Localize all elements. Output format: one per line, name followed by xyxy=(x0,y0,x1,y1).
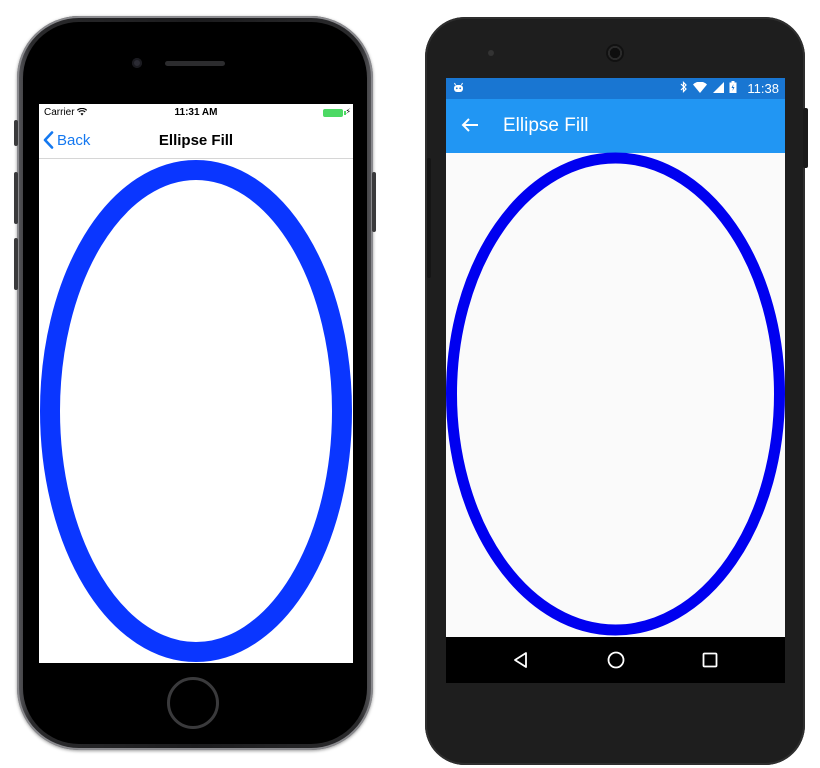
home-button[interactable] xyxy=(167,677,219,729)
android-front-camera xyxy=(606,44,624,62)
android-ellipse xyxy=(446,152,785,636)
ios-ellipse xyxy=(40,160,352,662)
ios-screen: Carrier 11:31 AM ⚡ Back Ellipse Fill xyxy=(39,104,353,663)
home-circle-icon[interactable] xyxy=(606,650,626,670)
ios-ellipse-canvas xyxy=(40,160,352,662)
iphone-volume-down xyxy=(14,238,18,290)
iphone-power-button xyxy=(372,172,376,232)
android-sensor xyxy=(488,50,494,56)
android-power-button xyxy=(803,108,808,168)
android-navigation-bar xyxy=(446,637,785,683)
iphone-front-camera xyxy=(132,58,142,68)
iphone-volume-up xyxy=(14,172,18,224)
android-volume-rocker xyxy=(427,158,431,278)
iphone-speaker xyxy=(165,61,225,66)
iphone-mute-switch xyxy=(14,120,18,146)
android-ellipse-canvas xyxy=(446,152,785,636)
back-triangle-icon[interactable] xyxy=(511,650,531,670)
recents-square-icon[interactable] xyxy=(700,650,720,670)
android-screen: 11:38 Ellipse Fill xyxy=(446,78,785,683)
